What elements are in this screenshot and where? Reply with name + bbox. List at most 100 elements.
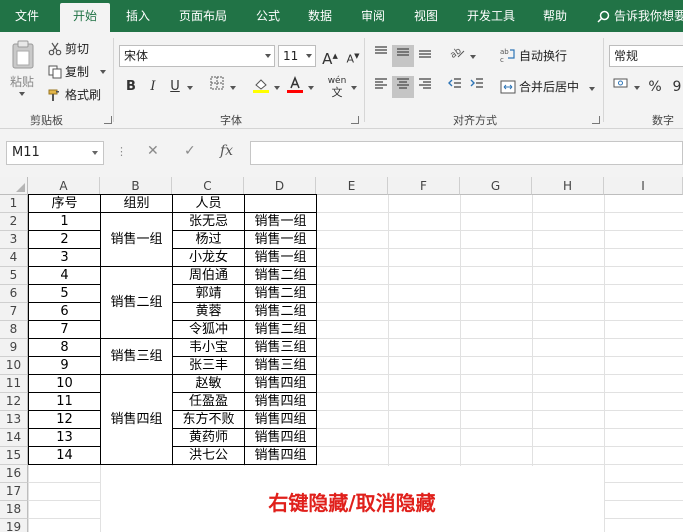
cell-d11[interactable]: 销售四组 [245, 375, 316, 392]
column-header-a[interactable]: A [28, 177, 100, 195]
paste-button[interactable] [10, 40, 36, 73]
cell-a10[interactable]: 9 [29, 357, 100, 374]
row-header-13[interactable]: 13 [0, 411, 28, 429]
cell-a12[interactable]: 11 [29, 393, 100, 410]
row-header-17[interactable]: 17 [0, 483, 28, 501]
cell-a8[interactable]: 7 [29, 321, 100, 338]
column-header-d[interactable]: D [244, 177, 316, 195]
row-header-7[interactable]: 7 [0, 303, 28, 321]
increase-font-button[interactable]: A▲ [319, 45, 341, 68]
cell-a9[interactable]: 8 [29, 339, 100, 356]
cell-d4[interactable]: 销售一组 [245, 249, 316, 266]
cell-d9[interactable]: 销售三组 [245, 339, 316, 356]
enter-icon[interactable]: ✓ [184, 143, 196, 159]
cell-c8[interactable]: 令狐冲 [173, 321, 244, 338]
font-size-combo[interactable]: 11 [278, 45, 316, 67]
cell-a15[interactable]: 14 [29, 447, 100, 464]
column-header-h[interactable]: H [532, 177, 604, 195]
tell-me-box[interactable]: 告诉我你想要 [597, 0, 683, 32]
number-format-combo[interactable]: 常规 [609, 45, 683, 67]
column-header-c[interactable]: C [172, 177, 244, 195]
paste-dropdown-icon[interactable] [19, 92, 25, 96]
cell-d5[interactable]: 销售二组 [245, 267, 316, 284]
cell-d1[interactable] [245, 195, 316, 212]
merged-group-cell[interactable]: 销售二组 [101, 267, 172, 338]
underline-button[interactable]: U [164, 76, 186, 98]
tab-review[interactable]: 审阅 [351, 0, 395, 32]
row-header-3[interactable]: 3 [0, 231, 28, 249]
alignment-launcher-icon[interactable] [592, 116, 600, 124]
row-header-8[interactable]: 8 [0, 321, 28, 339]
cell-a2[interactable]: 1 [29, 213, 100, 230]
cell-d15[interactable]: 销售四组 [245, 447, 316, 464]
merged-group-cell[interactable]: 销售三组 [101, 339, 172, 374]
row-header-5[interactable]: 5 [0, 267, 28, 285]
cancel-icon[interactable]: ✕ [147, 143, 159, 159]
percent-style-button[interactable]: % [644, 76, 666, 98]
clipboard-launcher-icon[interactable] [104, 116, 112, 124]
borders-dropdown-icon[interactable] [230, 86, 236, 90]
tab-data[interactable]: 数据 [298, 0, 342, 32]
cell-a13[interactable]: 12 [29, 411, 100, 428]
cell-c4[interactable]: 小龙女 [173, 249, 244, 266]
row-header-6[interactable]: 6 [0, 285, 28, 303]
align-top-button[interactable] [370, 45, 392, 67]
name-box[interactable]: M11 [6, 141, 104, 165]
formula-input[interactable] [250, 141, 683, 165]
align-left-button[interactable] [370, 76, 392, 98]
format-painter-button[interactable]: 格式刷 [48, 86, 101, 105]
italic-button[interactable]: I [142, 76, 164, 98]
cell-a14[interactable]: 13 [29, 429, 100, 446]
increase-indent-button[interactable] [466, 76, 488, 98]
fill-color-button[interactable] [250, 76, 272, 98]
cell-d14[interactable]: 销售四组 [245, 429, 316, 446]
row-header-15[interactable]: 15 [0, 447, 28, 465]
wrap-text-button[interactable]: ab c 自动换行 [500, 47, 567, 66]
font-color-button[interactable] [284, 75, 306, 98]
cell-c15[interactable]: 洪七公 [173, 447, 244, 464]
underline-dropdown-icon[interactable] [187, 86, 193, 90]
row-header-4[interactable]: 4 [0, 249, 28, 267]
cell-a3[interactable]: 2 [29, 231, 100, 248]
column-header-i[interactable]: I [604, 177, 683, 195]
row-header-19[interactable]: 19 [0, 519, 28, 532]
column-header-b[interactable]: B [100, 177, 172, 195]
cell-c7[interactable]: 黄蓉 [173, 303, 244, 320]
tab-insert[interactable]: 插入 [116, 0, 160, 32]
decrease-font-button[interactable]: A▼ [342, 45, 364, 67]
cell-d12[interactable]: 销售四组 [245, 393, 316, 410]
row-header-1[interactable]: 1 [0, 195, 28, 213]
comma-style-button[interactable]: 9 [666, 76, 683, 98]
fill-color-dropdown-icon[interactable] [274, 86, 280, 90]
merged-group-cell[interactable]: 销售四组 [101, 375, 172, 464]
row-header-18[interactable]: 18 [0, 501, 28, 519]
phonetic-button[interactable]: wén 文 [326, 76, 348, 98]
row-header-11[interactable]: 11 [0, 375, 28, 393]
cell-c6[interactable]: 郭靖 [173, 285, 244, 302]
cell-d13[interactable]: 销售四组 [245, 411, 316, 428]
cell-c10[interactable]: 张三丰 [173, 357, 244, 374]
accounting-dropdown-icon[interactable] [634, 86, 640, 90]
accounting-format-button[interactable] [610, 76, 632, 98]
copy-button[interactable]: 复制 [48, 63, 89, 82]
cell-c3[interactable]: 杨过 [173, 231, 244, 248]
cell-c1[interactable]: 人员 [173, 195, 244, 212]
tab-view[interactable]: 视图 [404, 0, 448, 32]
orientation-button[interactable]: ab [446, 45, 468, 67]
decrease-indent-button[interactable] [444, 76, 466, 98]
merged-group-cell[interactable]: 销售一组 [101, 213, 172, 266]
tab-formulas[interactable]: 公式 [246, 0, 290, 32]
merge-center-button[interactable]: 合并后居中 [500, 78, 579, 97]
orientation-dropdown-icon[interactable] [470, 55, 476, 59]
align-bottom-button[interactable] [414, 45, 436, 67]
column-header-f[interactable]: F [388, 177, 460, 195]
align-center-button[interactable] [392, 76, 414, 98]
font-name-combo[interactable]: 宋体 [119, 45, 275, 67]
row-header-10[interactable]: 10 [0, 357, 28, 375]
cell-c5[interactable]: 周伯通 [173, 267, 244, 284]
align-middle-button[interactable] [392, 45, 414, 67]
cell-a4[interactable]: 3 [29, 249, 100, 266]
cell-d10[interactable]: 销售三组 [245, 357, 316, 374]
cell-d7[interactable]: 销售二组 [245, 303, 316, 320]
cell-d6[interactable]: 销售二组 [245, 285, 316, 302]
